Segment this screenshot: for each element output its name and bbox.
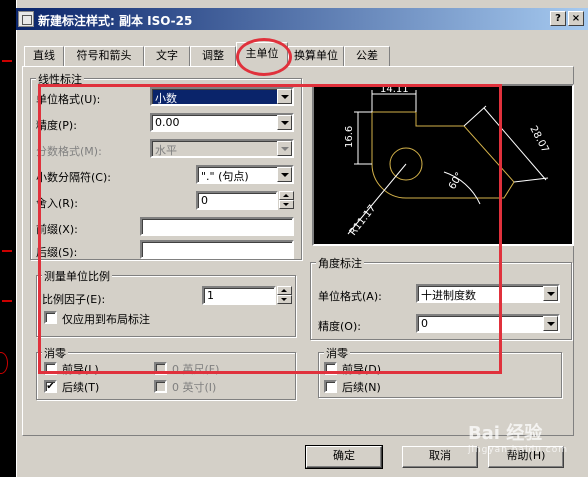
watermark-text: Bai 经验 xyxy=(467,423,543,444)
cancel-button[interactable]: 取消 xyxy=(402,446,478,468)
chevron-down-icon[interactable] xyxy=(543,286,558,301)
angular-precision-select[interactable]: 0 xyxy=(416,314,560,333)
scale-factor-value: 1 xyxy=(207,289,214,302)
scale-factor-input[interactable]: 1 xyxy=(202,286,276,305)
tab-lines[interactable]: 直线 xyxy=(24,46,64,66)
unit-format-value: 小数 xyxy=(155,92,177,105)
prefix-input[interactable] xyxy=(140,217,294,236)
tab-alternate-units[interactable]: 换算单位 xyxy=(288,46,344,66)
dim-right: 28.07 xyxy=(527,124,550,154)
fraction-format-label: 分数格式(M): xyxy=(36,145,102,158)
close-button[interactable]: × xyxy=(568,11,584,26)
preview-drawing: 14.11 16.6 28.07 60° R11.17 xyxy=(344,84,551,238)
ok-button[interactable]: 确定 xyxy=(305,445,383,469)
chevron-down-icon[interactable] xyxy=(543,316,558,331)
inches-zero-checkbox[interactable] xyxy=(154,380,167,393)
suffix-label: 后缀(S): xyxy=(36,246,78,259)
trailing-zero-checkbox[interactable]: ✔ xyxy=(44,380,57,393)
feet-zero-label: 0 英尺(F) xyxy=(172,363,220,376)
angular-unit-format-value: 十进制度数 xyxy=(421,289,476,302)
help-title-button[interactable]: ? xyxy=(550,11,566,26)
dim-top: 14.11 xyxy=(380,86,409,95)
spin-up-icon[interactable] xyxy=(279,191,294,200)
decimal-separator-value: "." (句点) xyxy=(201,170,249,183)
feet-zero-checkbox[interactable] xyxy=(154,362,167,375)
zero-suppression-label: 消零 xyxy=(42,345,68,361)
chevron-down-icon[interactable] xyxy=(277,115,292,130)
cad-line xyxy=(2,300,12,302)
tab-primary-units[interactable]: 主单位 xyxy=(236,42,288,67)
trailing-zero-label: 后续(T) xyxy=(62,381,100,394)
app-icon xyxy=(18,11,34,27)
roundoff-label: 舍入(R): xyxy=(36,197,78,210)
cad-background xyxy=(0,0,16,477)
precision-select[interactable]: 0.00 xyxy=(150,113,294,132)
angular-precision-value: 0 xyxy=(421,317,428,330)
angular-leading-zero-label: 前导(D) xyxy=(342,363,382,376)
fraction-format-value: 水平 xyxy=(155,144,177,157)
tab-fit[interactable]: 调整 xyxy=(190,46,236,66)
decimal-separator-select[interactable]: "." (句点) xyxy=(196,165,294,184)
tab-tolerances[interactable]: 公差 xyxy=(344,46,390,66)
tab-text[interactable]: 文字 xyxy=(144,46,190,66)
chevron-down-icon[interactable] xyxy=(277,167,292,182)
roundoff-spinner[interactable] xyxy=(279,191,294,210)
linear-group-label: 线性标注 xyxy=(36,71,84,87)
precision-value: 0.00 xyxy=(155,116,180,129)
spin-down-icon[interactable] xyxy=(277,295,292,304)
angular-leading-zero-checkbox[interactable] xyxy=(324,362,337,375)
prefix-label: 前缀(X): xyxy=(36,223,78,236)
cad-arc xyxy=(0,352,8,374)
scale-factor-label: 比例因子(E): xyxy=(42,293,106,306)
cad-line xyxy=(2,250,12,252)
leading-zero-label: 前导(L) xyxy=(62,363,99,376)
leading-zero-checkbox[interactable] xyxy=(44,362,57,375)
angular-unit-format-select[interactable]: 十进制度数 xyxy=(416,284,560,303)
suffix-input[interactable] xyxy=(140,240,294,259)
angular-group-label: 角度标注 xyxy=(316,255,364,271)
angular-precision-label: 精度(O): xyxy=(318,320,361,333)
watermark-subtext: jingyan.baidu.com xyxy=(467,445,568,455)
precision-label: 精度(P): xyxy=(36,119,77,132)
window-title: 新建标注样式: 副本 ISO-25 xyxy=(38,14,193,28)
preview-pane: 14.11 16.6 28.07 60° R11.17 xyxy=(312,84,574,246)
unit-format-select[interactable]: 小数 xyxy=(150,87,294,106)
roundoff-value: 0 xyxy=(201,194,208,207)
spin-up-icon[interactable] xyxy=(277,286,292,295)
scale-factor-spinner[interactable] xyxy=(277,286,292,305)
fraction-format-select[interactable]: 水平 xyxy=(150,139,294,158)
preview-geometry xyxy=(371,111,515,199)
angular-zero-suppression-label: 消零 xyxy=(324,345,350,361)
dim-left: 16.6 xyxy=(344,126,355,148)
chevron-down-icon[interactable] xyxy=(277,141,292,156)
roundoff-input[interactable]: 0 xyxy=(196,191,278,210)
chevron-down-icon[interactable] xyxy=(277,89,292,104)
title-bar: 新建标注样式: 副本 ISO-25 ? × xyxy=(16,8,588,30)
layout-only-checkbox[interactable] xyxy=(44,311,57,324)
watermark: Bai 经验 jingyan.baidu.com xyxy=(468,419,568,455)
dim-radius: R11.17 xyxy=(348,203,379,238)
unit-format-label: 单位格式(U): xyxy=(36,93,101,106)
cad-line xyxy=(2,60,12,62)
angular-trailing-zero-label: 后续(N) xyxy=(342,381,381,394)
scale-group-label: 测量单位比例 xyxy=(42,268,112,284)
angular-trailing-zero-checkbox[interactable] xyxy=(324,380,337,393)
decimal-separator-label: 小数分隔符(C): xyxy=(36,171,111,184)
angular-unit-format-label: 单位格式(A): xyxy=(318,290,382,303)
inches-zero-label: 0 英寸(I) xyxy=(172,381,217,394)
layout-only-label: 仅应用到布局标注 xyxy=(62,313,150,326)
tab-symbols-arrows[interactable]: 符号和箭头 xyxy=(64,46,144,66)
spin-down-icon[interactable] xyxy=(279,200,294,209)
